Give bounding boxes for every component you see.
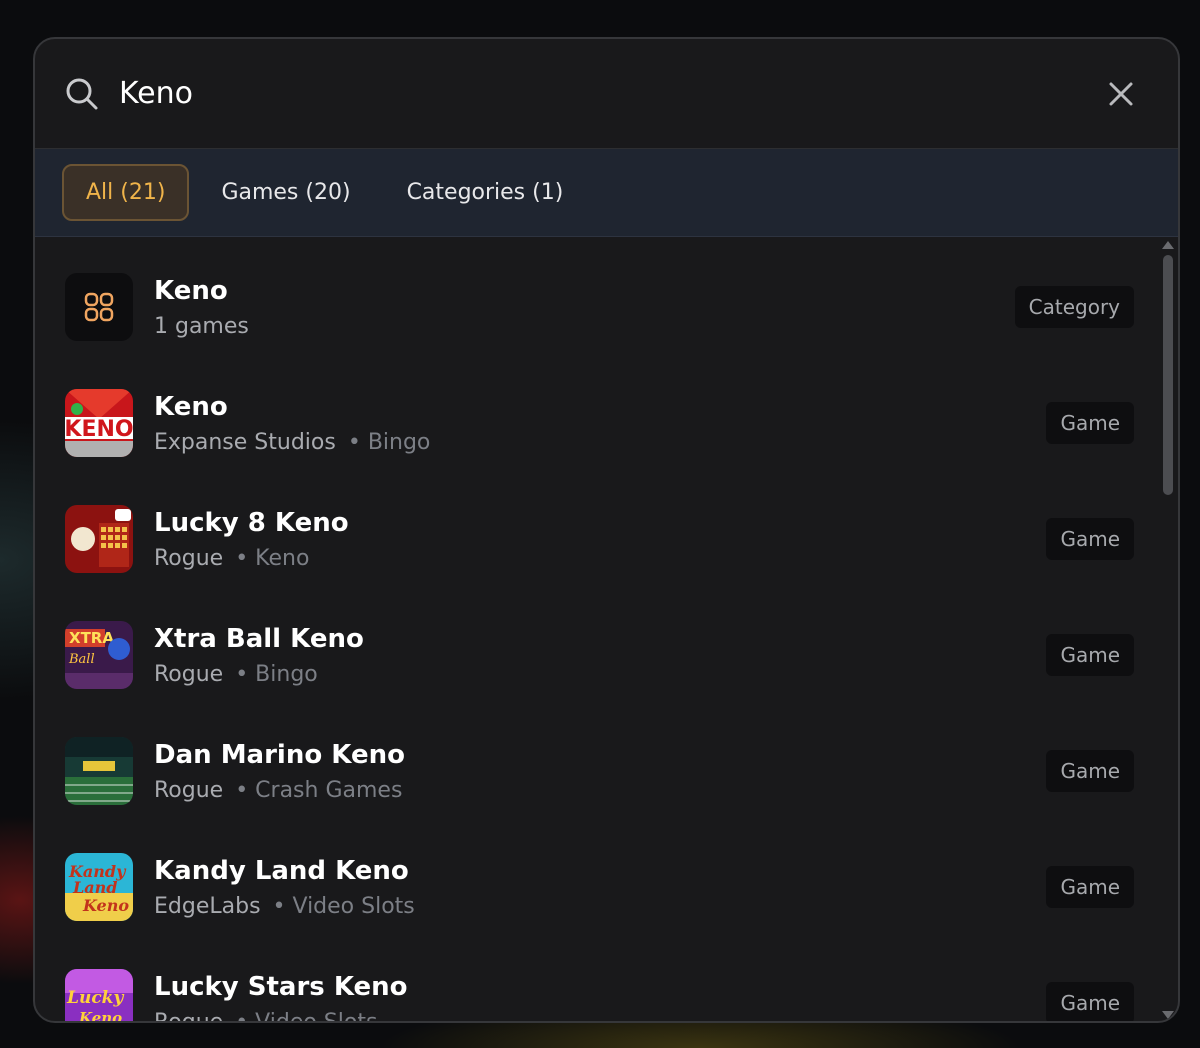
category-icon: [65, 273, 133, 341]
svg-text:Keno: Keno: [78, 1009, 122, 1023]
result-subtitle: Rogue • Bingo: [154, 662, 1046, 687]
search-modal: All (21) Games (20) Categories (1) Keno …: [33, 37, 1180, 1023]
filter-tabs: All (21) Games (20) Categories (1): [35, 149, 1178, 237]
result-title: Keno: [154, 275, 228, 306]
grid-icon: [84, 292, 114, 322]
tab-all[interactable]: All (21): [62, 164, 190, 221]
scroll-down-icon[interactable]: [1162, 1011, 1174, 1019]
category-name: • Video Slots: [272, 893, 415, 919]
result-row-game[interactable]: Kandy Land Keno Kandy Land Keno EdgeLabs…: [65, 829, 1134, 945]
type-badge: Game: [1046, 518, 1134, 560]
svg-text:Keno: Keno: [82, 896, 129, 915]
result-title: Kandy Land Keno: [154, 855, 409, 886]
svg-text:Lucky: Lucky: [66, 988, 124, 1008]
result-title: Lucky Stars Keno: [154, 971, 408, 1002]
result-title: Lucky 8 Keno: [154, 507, 349, 538]
scroll-thumb[interactable]: [1163, 255, 1173, 495]
game-thumbnail: Kandy Land Keno: [65, 853, 133, 921]
type-badge: Game: [1046, 634, 1134, 676]
result-subtitle: Expanse Studios • Bingo: [154, 430, 1046, 455]
result-title: Keno: [154, 391, 228, 422]
search-bar: [35, 39, 1178, 149]
type-badge: Game: [1046, 750, 1134, 792]
category-name: • Video Slots: [235, 1009, 378, 1023]
result-title: Dan Marino Keno: [154, 739, 405, 770]
category-name: • Keno: [235, 545, 310, 571]
type-badge: Game: [1046, 402, 1134, 444]
svg-text:Land: Land: [72, 878, 117, 897]
result-row-game[interactable]: Lucky Keno Lucky Stars Keno Rogue • Video…: [65, 945, 1134, 1023]
search-icon: [66, 78, 98, 109]
category-name: • Bingo: [347, 429, 431, 455]
search-input[interactable]: [119, 76, 1106, 111]
provider-name: Expanse Studios: [154, 429, 336, 455]
svg-text:Ball: Ball: [68, 652, 95, 667]
provider-name: Rogue: [154, 777, 224, 803]
tab-categories[interactable]: Categories (1): [383, 164, 588, 221]
result-row-game[interactable]: Lucky 8 Keno Rogue • Keno Game: [65, 481, 1134, 597]
result-subtitle: Rogue • Crash Games: [154, 778, 1046, 803]
tab-games[interactable]: Games (20): [197, 164, 374, 221]
result-subtitle: Rogue • Video Slots: [154, 1009, 1046, 1023]
game-thumbnail: KENO: [65, 389, 133, 457]
result-row-game[interactable]: Dan Marino Keno Rogue • Crash Games Game: [65, 713, 1134, 829]
game-thumbnail: Lucky Keno: [65, 969, 133, 1023]
results-list[interactable]: Keno 1 games Category KENO Keno Expanse …: [35, 237, 1178, 1023]
result-subtitle: Rogue • Keno: [154, 546, 1046, 571]
results-scrollbar[interactable]: [1160, 237, 1176, 1021]
game-thumbnail: [65, 737, 133, 805]
result-subtitle: 1 games: [154, 313, 249, 339]
game-thumbnail: XTRA Ball: [65, 621, 133, 689]
svg-text:XTRA: XTRA: [69, 629, 114, 647]
type-badge: Game: [1046, 866, 1134, 908]
close-icon[interactable]: [1106, 79, 1136, 109]
result-subtitle: EdgeLabs • Video Slots: [154, 894, 1046, 919]
type-badge: Category: [1014, 286, 1134, 328]
svg-text:KENO: KENO: [65, 417, 133, 442]
result-title: Xtra Ball Keno: [154, 623, 364, 654]
result-row-category[interactable]: Keno 1 games Category: [65, 249, 1134, 365]
provider-name: EdgeLabs: [154, 893, 261, 919]
result-row-game[interactable]: KENO Keno Expanse Studios • Bingo Game: [65, 365, 1134, 481]
result-row-game[interactable]: XTRA Ball Xtra Ball Keno Rogue • Bingo Ga…: [65, 597, 1134, 713]
scroll-up-icon[interactable]: [1162, 241, 1174, 249]
provider-name: Rogue: [154, 661, 224, 687]
category-name: • Crash Games: [235, 777, 403, 803]
category-name: • Bingo: [235, 661, 318, 687]
game-thumbnail: [65, 505, 133, 573]
provider-name: Rogue: [154, 1009, 224, 1023]
provider-name: Rogue: [154, 545, 224, 571]
type-badge: Game: [1046, 982, 1134, 1021]
